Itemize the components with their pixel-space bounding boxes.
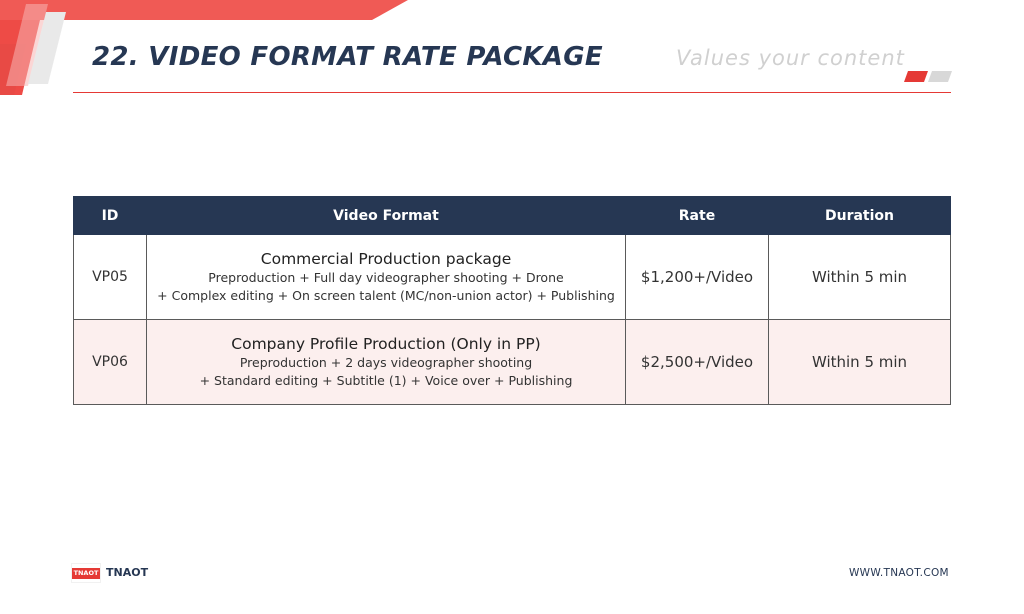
tagline: Values your content — [676, 46, 905, 70]
slide: 22. VIDEO FORMAT RATE PACKAGE Values you… — [0, 0, 1024, 614]
header-id: ID — [73, 196, 147, 235]
format-line: + Standard editing + Subtitle (1) + Voic… — [199, 372, 573, 388]
format-title: Company Profile Production (Only in PP) — [231, 334, 541, 353]
rate-table: ID Video Format Rate Duration VP05 Comme… — [73, 196, 951, 405]
brand-name: TNAOT — [106, 566, 149, 579]
company-logo: TNAOT — [71, 564, 101, 582]
header-video-format: Video Format — [146, 196, 626, 235]
row-id: VP06 — [73, 319, 147, 405]
row-duration: Within 5 min — [768, 319, 951, 405]
logo-text: TNAOT — [71, 567, 101, 579]
row-duration: Within 5 min — [768, 234, 951, 320]
row-rate: $2,500+/Video — [625, 319, 769, 405]
table-row: VP05 Commercial Production package Prepr… — [73, 234, 951, 320]
row-format: Company Profile Production (Only in PP) … — [146, 319, 626, 405]
format-line: Preproduction + 2 days videographer shoo… — [239, 354, 533, 370]
header-rate: Rate — [625, 196, 769, 235]
row-format: Commercial Production package Preproduct… — [146, 234, 626, 320]
header-duration: Duration — [768, 196, 951, 235]
table-row: VP06 Company Profile Production (Only in… — [73, 319, 951, 405]
tag-mark — [904, 71, 952, 82]
format-title: Commercial Production package — [260, 249, 512, 268]
format-line: Preproduction + Full day videographer sh… — [208, 269, 564, 285]
tag-mark-red — [904, 71, 928, 82]
format-line: + Complex editing + On screen talent (MC… — [157, 287, 615, 303]
tag-mark-grey — [928, 71, 952, 82]
page-title: 22. VIDEO FORMAT RATE PACKAGE — [92, 42, 603, 72]
row-id: VP05 — [73, 234, 147, 320]
row-rate: $1,200+/Video — [625, 234, 769, 320]
website-link[interactable]: WWW.TNAOT.COM — [849, 567, 949, 579]
header-rule — [73, 92, 951, 93]
table-header-row: ID Video Format Rate Duration — [73, 196, 951, 235]
